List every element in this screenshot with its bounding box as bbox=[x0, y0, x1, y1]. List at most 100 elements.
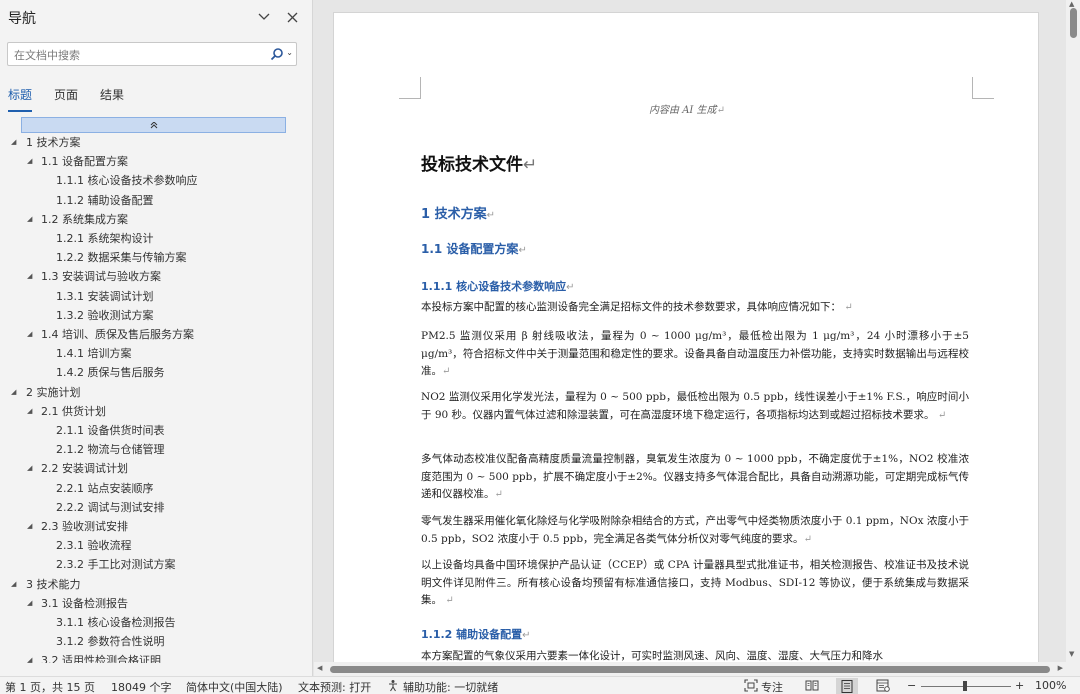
close-icon[interactable] bbox=[284, 9, 300, 25]
paragraph: 零气发生器采用催化氧化除烃与化学吸附除杂相结合的方式，产出零气中烃类物质浓度小于… bbox=[421, 515, 969, 545]
search-input[interactable]: 在文档中搜索 ⌄ bbox=[7, 42, 297, 66]
nav-tree-item[interactable]: 1.2.2 数据采集与传输方案 bbox=[0, 248, 313, 267]
zoom-in-button[interactable]: + bbox=[1015, 679, 1024, 692]
expand-toggle-icon[interactable]: ◢ bbox=[27, 152, 32, 171]
zoom-slider-thumb[interactable] bbox=[963, 681, 967, 691]
scroll-down-icon[interactable]: ▼ bbox=[1069, 650, 1074, 658]
margin-corner-mark bbox=[399, 77, 421, 99]
nav-tree-item[interactable]: 1.3.1 安装调试计划 bbox=[0, 287, 313, 306]
scroll-up-icon[interactable]: ▲ bbox=[1069, 0, 1074, 8]
nav-tree-item[interactable]: ◢ 2.3 验收测试安排 bbox=[0, 517, 313, 536]
collapse-all-button[interactable] bbox=[21, 117, 286, 133]
nav-tree-item[interactable]: 1.1.1 核心设备技术参数响应 bbox=[0, 171, 313, 190]
nav-tree-item[interactable]: ◢ 2.2 安装调试计划 bbox=[0, 459, 313, 478]
nav-tree-item-label: 2.3.1 验收流程 bbox=[56, 539, 132, 552]
ai-generated-note: 内容由 AI 生成↵ bbox=[649, 105, 725, 116]
expand-toggle-icon[interactable]: ◢ bbox=[27, 651, 32, 663]
focus-icon[interactable] bbox=[744, 679, 758, 692]
word-count[interactable]: 18049 个字 bbox=[111, 679, 172, 694]
text-prediction-status[interactable]: 文本预测: 打开 bbox=[298, 679, 371, 694]
nav-tree-item-label: 1.4 培训、质保及售后服务方案 bbox=[41, 328, 194, 341]
expand-toggle-icon[interactable]: ◢ bbox=[11, 383, 16, 402]
accessibility-status[interactable]: 辅助功能: 一切就绪 bbox=[403, 679, 498, 694]
nav-tree-item[interactable]: 3.1.2 参数符合性说明 bbox=[0, 632, 313, 651]
expand-toggle-icon[interactable]: ◢ bbox=[27, 402, 32, 421]
nav-tree-item-label: 1.4.1 培训方案 bbox=[56, 347, 132, 360]
scrollbar-corner bbox=[1066, 662, 1080, 676]
paragraph: 以上设备均具备中国环境保护产品认证（CCEP）或 CPA 计量器具型式批准证书，… bbox=[421, 559, 969, 606]
horizontal-scrollbar[interactable]: ◀ ▶ bbox=[314, 662, 1066, 676]
page-count[interactable]: 第 1 页，共 15 页 bbox=[5, 679, 95, 694]
heading-3: 1.1.1 核心设备技术参数响应↵ bbox=[421, 280, 575, 293]
nav-tree-item-label: 1.4.2 质保与售后服务 bbox=[56, 366, 165, 379]
nav-tree-item[interactable]: 1.4.1 培训方案 bbox=[0, 344, 313, 363]
nav-tree-item[interactable]: 1.1.2 辅助设备配置 bbox=[0, 191, 313, 210]
paragraph: 本方案配置的气象仪采用六要素一体化设计，可实时监测风速、风向、温度、湿度、大气压… bbox=[421, 650, 883, 662]
nav-tree-item[interactable]: ◢ 2.1 供货计划 bbox=[0, 402, 313, 421]
tab-results[interactable]: 结果 bbox=[100, 86, 124, 110]
tab-headings[interactable]: 标题 bbox=[8, 86, 33, 112]
vertical-scrollbar[interactable]: ▲ ▼ bbox=[1066, 0, 1080, 662]
nav-tree-item[interactable]: 3.1.1 核心设备检测报告 bbox=[0, 613, 313, 632]
paragraph: 本投标方案中配置的核心监测设备完全满足招标文件的技术参数要求，具体响应情况如下：… bbox=[421, 301, 853, 313]
scroll-right-icon[interactable]: ▶ bbox=[1058, 664, 1063, 672]
vertical-scroll-thumb[interactable] bbox=[1070, 8, 1077, 38]
expand-toggle-icon[interactable]: ◢ bbox=[27, 517, 32, 536]
nav-tree-item[interactable]: ◢ 1.2 系统集成方案 bbox=[0, 210, 313, 229]
nav-tree-item-label: 1.1 设备配置方案 bbox=[41, 155, 128, 168]
nav-tree-item-label: 3 技术能力 bbox=[26, 578, 81, 591]
nav-tree-item[interactable]: 1.4.2 质保与售后服务 bbox=[0, 363, 313, 382]
expand-toggle-icon[interactable]: ◢ bbox=[11, 575, 16, 594]
nav-tree-item-label: 2 实施计划 bbox=[26, 386, 81, 399]
nav-tree-item-label: 1.3.2 验收测试方案 bbox=[56, 309, 154, 322]
nav-tree-item-label: 1 技术方案 bbox=[26, 136, 81, 149]
nav-tree-item[interactable]: 2.3.2 手工比对测试方案 bbox=[0, 555, 313, 574]
horizontal-scroll-thumb[interactable] bbox=[330, 666, 1050, 673]
expand-toggle-icon[interactable]: ◢ bbox=[27, 459, 32, 478]
search-options-icon[interactable]: ⌄ bbox=[286, 48, 293, 57]
language-indicator[interactable]: 简体中文(中国大陆) bbox=[186, 679, 283, 694]
print-layout-button[interactable] bbox=[836, 678, 858, 694]
nav-tree-item[interactable]: 2.1.1 设备供货时间表 bbox=[0, 421, 313, 440]
nav-tree-item[interactable]: 2.2.2 调试与测试安排 bbox=[0, 498, 313, 517]
focus-button-label[interactable]: 专注 bbox=[761, 679, 783, 694]
collapse-icon bbox=[150, 121, 157, 128]
nav-tree-item[interactable]: ◢ 3.2 适用性检测合格证明 bbox=[0, 651, 313, 663]
scroll-left-icon[interactable]: ◀ bbox=[317, 664, 322, 672]
accessibility-icon[interactable] bbox=[387, 679, 401, 692]
nav-tree-item-label: 1.3 安装调试与验收方案 bbox=[41, 270, 161, 283]
expand-toggle-icon[interactable]: ◢ bbox=[27, 210, 32, 229]
expand-toggle-icon[interactable]: ◢ bbox=[27, 267, 32, 286]
status-bar: 第 1 页，共 15 页 18049 个字 简体中文(中国大陆) 文本预测: 打… bbox=[0, 676, 1080, 694]
web-layout-icon[interactable] bbox=[876, 679, 890, 692]
nav-tree-item[interactable]: ◢ 1.1 设备配置方案 bbox=[0, 152, 313, 171]
nav-tree-item-label: 1.2.2 数据采集与传输方案 bbox=[56, 251, 187, 264]
expand-toggle-icon[interactable]: ◢ bbox=[27, 325, 32, 344]
zoom-level[interactable]: 100% bbox=[1035, 679, 1066, 692]
nav-tree-item[interactable]: ◢ 1.3 安装调试与验收方案 bbox=[0, 267, 313, 286]
tab-pages[interactable]: 页面 bbox=[54, 86, 78, 110]
read-mode-icon[interactable] bbox=[805, 679, 819, 692]
expand-toggle-icon[interactable]: ◢ bbox=[11, 133, 16, 152]
document-area: 内容由 AI 生成↵ 投标技术文件↵ 1 技术方案↵ 1.1 设备配置方案↵ 1… bbox=[314, 0, 1066, 662]
heading-2: 1.1 设备配置方案↵ bbox=[421, 242, 527, 256]
nav-title: 导航 bbox=[8, 11, 36, 27]
document-page[interactable]: 内容由 AI 生成↵ 投标技术文件↵ 1 技术方案↵ 1.1 设备配置方案↵ 1… bbox=[333, 12, 1039, 662]
nav-tree-item[interactable]: 1.2.1 系统架构设计 bbox=[0, 229, 313, 248]
search-icon[interactable] bbox=[270, 47, 284, 61]
zoom-out-button[interactable]: − bbox=[907, 679, 916, 692]
nav-tree-item[interactable]: 2.1.2 物流与仓储管理 bbox=[0, 440, 313, 459]
nav-tree-item[interactable]: ◢ 1.4 培训、质保及售后服务方案 bbox=[0, 325, 313, 344]
chevron-down-icon[interactable] bbox=[256, 9, 272, 25]
nav-tree-item[interactable]: 2.3.1 验收流程 bbox=[0, 536, 313, 555]
expand-toggle-icon[interactable]: ◢ bbox=[27, 594, 32, 613]
nav-tree-item[interactable]: ◢ 3.1 设备检测报告 bbox=[0, 594, 313, 613]
nav-tree-item[interactable]: ◢ 2 实施计划 bbox=[0, 383, 313, 402]
nav-tree-item-label: 1.1.1 核心设备技术参数响应 bbox=[56, 174, 198, 187]
nav-tree-item[interactable]: ◢ 1 技术方案 bbox=[0, 133, 313, 152]
nav-tree-item[interactable]: 2.2.1 站点安装顺序 bbox=[0, 479, 313, 498]
nav-tree-item-label: 2.1.1 设备供货时间表 bbox=[56, 424, 165, 437]
nav-tree-item[interactable]: 1.3.2 验收测试方案 bbox=[0, 306, 313, 325]
nav-tree-item[interactable]: ◢ 3 技术能力 bbox=[0, 575, 313, 594]
document-title: 投标技术文件↵ bbox=[421, 155, 538, 175]
